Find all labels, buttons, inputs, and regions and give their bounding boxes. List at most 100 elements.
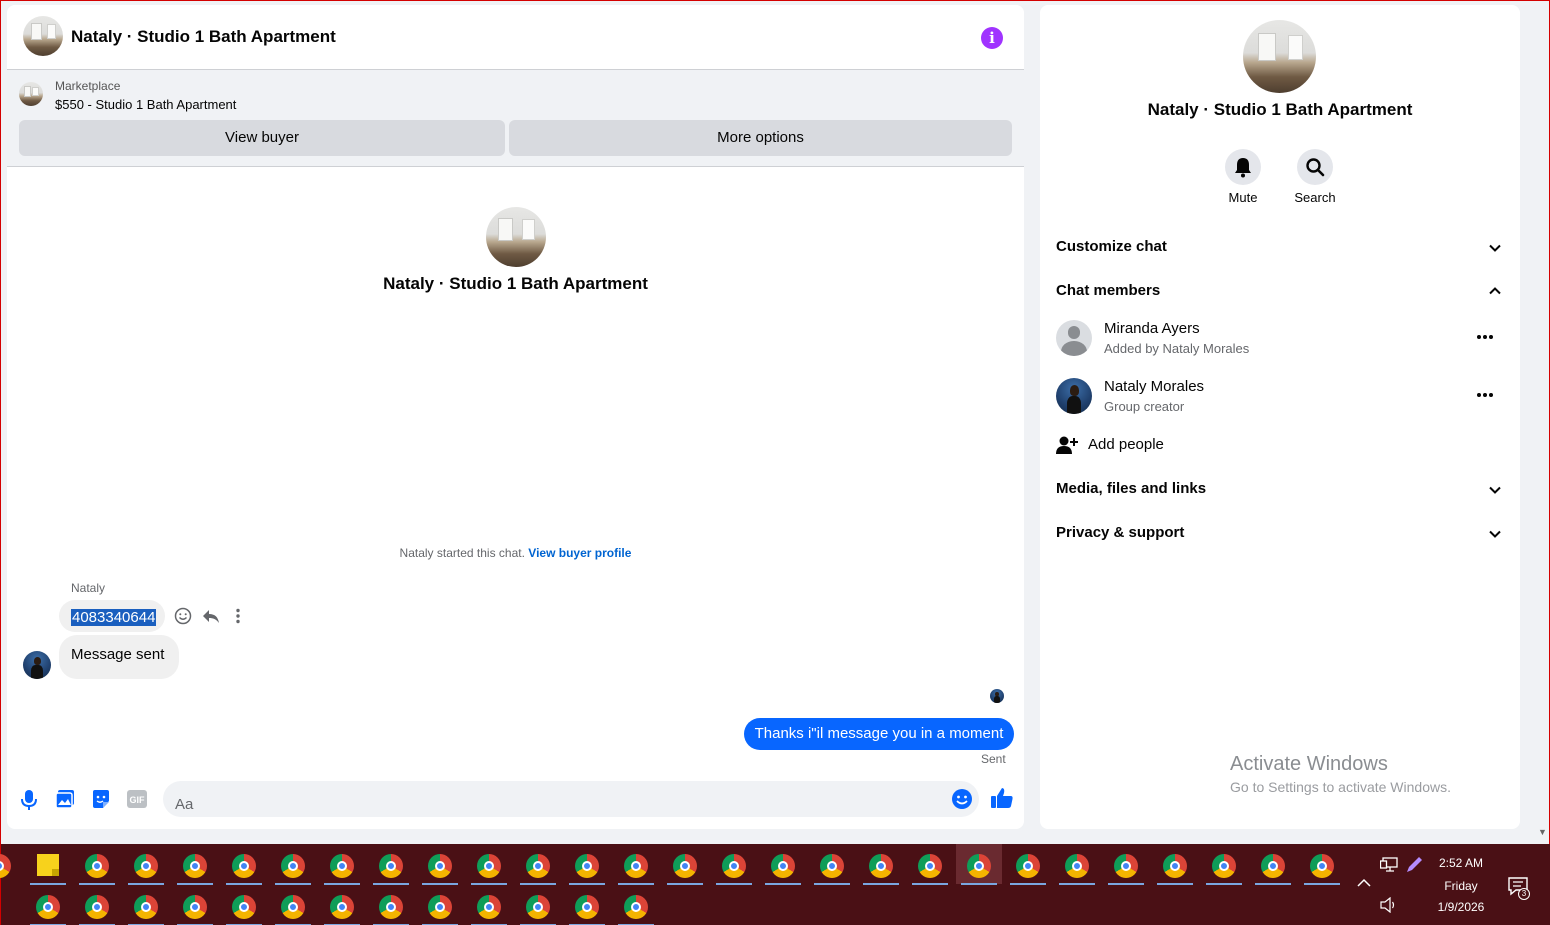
chevron-up-icon[interactable] [1488,284,1502,298]
browser-window-icon[interactable] [722,854,746,878]
browser-window-icon[interactable] [1310,854,1334,878]
media-files-row[interactable]: Media, files and links [1056,480,1206,497]
browser-window-icon[interactable] [428,854,452,878]
message-status: Sent [981,752,1006,766]
customize-chat-row[interactable]: Customize chat [1056,238,1167,255]
member-avatar[interactable] [1056,320,1092,356]
add-people-button[interactable]: Add people [1088,436,1164,453]
add-person-icon[interactable] [1056,435,1078,455]
chevron-down-icon[interactable] [1488,483,1502,497]
browser-window-icon[interactable] [624,854,648,878]
chevron-down-icon[interactable] [1488,527,1502,541]
browser-window-icon[interactable] [1065,854,1089,878]
taskbar-underline [912,883,948,885]
mute-label[interactable]: Mute [1203,190,1283,205]
browser-window-icon[interactable] [673,854,697,878]
view-buyer-button[interactable]: View buyer [19,120,505,156]
browser-window-icon[interactable] [1016,854,1040,878]
message-bubble-phone[interactable]: 4083340644 [59,600,165,632]
marketplace-bar: Marketplace $550 - Studio 1 Bath Apartme… [7,70,1024,167]
chat-avatar[interactable] [23,16,63,56]
more-options-button[interactable]: More options [509,120,1012,156]
volume-icon[interactable] [1380,897,1398,913]
browser-window-icon[interactable] [183,854,207,878]
emoji-icon[interactable] [951,788,973,815]
react-icon[interactable] [174,607,192,630]
sender-avatar[interactable] [23,651,51,679]
browser-window-icon[interactable] [183,895,207,919]
browser-window-icon[interactable] [771,854,795,878]
browser-window-icon[interactable] [575,854,599,878]
message-text[interactable]: Message sent [71,646,164,663]
privacy-support-row[interactable]: Privacy & support [1056,524,1184,541]
listing-title[interactable]: $550 - Studio 1 Bath Apartment [55,97,236,112]
taskbar-underline [961,883,997,885]
browser-window-icon[interactable] [526,854,550,878]
member-avatar[interactable] [1056,378,1092,414]
microphone-icon[interactable] [20,789,38,816]
browser-window-icon[interactable] [575,895,599,919]
browser-window-icon[interactable] [967,854,991,878]
browser-window-icon[interactable] [379,854,403,878]
clock-date[interactable]: 1/9/2026 [1426,900,1496,914]
browser-window-icon[interactable] [1163,854,1187,878]
browser-window-icon[interactable] [477,854,501,878]
chevron-up-icon[interactable] [1357,878,1371,888]
gif-icon[interactable]: GIF [127,790,147,813]
taskbar-underline [618,883,654,885]
browser-window-icon[interactable] [232,854,256,878]
browser-window-icon[interactable] [477,895,501,919]
info-avatar[interactable] [1243,20,1316,93]
browser-window-icon[interactable] [330,854,354,878]
browser-window-icon[interactable] [85,854,109,878]
chat-members-row[interactable]: Chat members [1056,282,1160,299]
browser-window-icon[interactable] [134,854,158,878]
browser-window-icon[interactable] [134,895,158,919]
search-label[interactable]: Search [1275,190,1355,205]
browser-window-icon[interactable] [0,854,11,878]
browser-window-icon[interactable] [330,895,354,919]
scroll-down-arrow-icon[interactable]: ▼ [1538,827,1547,837]
mute-button[interactable] [1225,149,1261,185]
browser-window-icon[interactable] [281,854,305,878]
browser-window-icon[interactable] [232,895,256,919]
clock-time[interactable]: 2:52 AM [1426,856,1496,870]
browser-window-icon[interactable] [1261,854,1285,878]
browser-window-icon[interactable] [428,895,452,919]
member-options-icon[interactable] [1476,391,1494,399]
sticker-icon[interactable] [91,789,111,814]
like-icon[interactable] [990,786,1014,815]
browser-window-icon[interactable] [869,854,893,878]
clock-day[interactable]: Friday [1426,879,1496,893]
chat-title[interactable]: Nataly · Studio 1 Bath Apartment [71,27,336,47]
photo-icon[interactable] [55,789,75,814]
search-button[interactable] [1297,149,1333,185]
listing-thumbnail[interactable] [19,82,43,106]
browser-window-icon[interactable] [281,895,305,919]
browser-window-icon[interactable] [624,895,648,919]
browser-window-icon[interactable] [526,895,550,919]
member-name[interactable]: Nataly Morales [1104,378,1204,395]
pen-icon[interactable] [1405,856,1423,874]
view-buyer-profile-link[interactable]: View buyer profile [528,546,631,560]
reply-icon[interactable] [202,607,220,630]
message-text[interactable]: 4083340644 [71,609,157,626]
browser-window-icon[interactable] [1114,854,1138,878]
message-bubble-sent[interactable]: Message sent [59,635,179,679]
member-options-icon[interactable] [1476,333,1494,341]
more-actions-icon[interactable] [234,607,242,630]
browser-window-icon[interactable] [85,895,109,919]
info-icon[interactable]: i [981,27,1003,49]
browser-window-icon[interactable] [1212,854,1236,878]
browser-window-icon[interactable] [379,895,403,919]
browser-window-icon[interactable] [820,854,844,878]
message-input[interactable] [163,781,979,817]
browser-window-icon[interactable] [918,854,942,878]
chat-panel: Nataly · Studio 1 Bath Apartment i Marke… [7,5,1024,829]
browser-window-icon[interactable] [36,895,60,919]
sticky-notes-icon[interactable] [37,854,59,876]
member-name[interactable]: Miranda Ayers [1104,320,1200,337]
message-bubble-outgoing[interactable]: Thanks i"il message you in a moment [744,718,1014,750]
network-icon[interactable] [1380,857,1398,873]
chevron-down-icon[interactable] [1488,241,1502,255]
